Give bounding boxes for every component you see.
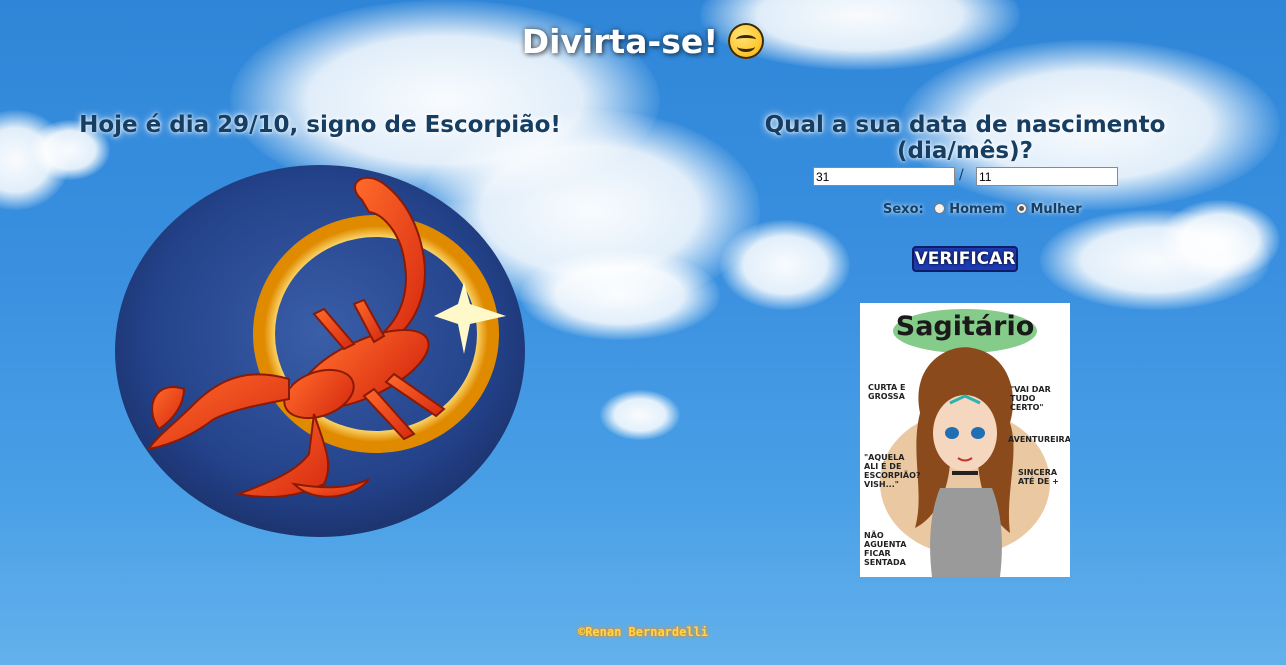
- note-text: Não aguenta ficar sentada: [864, 531, 907, 567]
- female-radio[interactable]: [1015, 203, 1027, 214]
- today-sign-heading: Hoje é dia 29/10, signo de Escorpião!: [79, 112, 561, 138]
- day-input[interactable]: [813, 167, 955, 186]
- page-title-text: Divirta-se!: [521, 22, 719, 61]
- verify-button[interactable]: VERIFICAR: [912, 246, 1018, 272]
- page-title: Divirta-se!: [0, 22, 1286, 61]
- sex-label: Sexo:: [883, 202, 924, 217]
- date-separator: /: [959, 167, 964, 183]
- note-text: Curta e grossa: [868, 383, 906, 401]
- result-image: Sagitário Curta e grossa "Vai dar tudo c…: [860, 303, 1070, 577]
- footer-credit: ©Renan Bernardelli: [577, 625, 709, 639]
- note-text: Aventureira: [1008, 435, 1070, 444]
- note-text: "Aquela ali é de escorpião? Vish...": [864, 453, 921, 489]
- sex-selector: Sexo: Homem Mulher: [883, 202, 1082, 217]
- male-label[interactable]: Homem: [949, 202, 1005, 217]
- birthdate-question: Qual a sua data de nascimento (dia/mês)?: [764, 112, 1166, 164]
- result-sign-title: Sagitário: [895, 311, 1035, 342]
- month-input[interactable]: [976, 167, 1118, 186]
- note-text: Sincera até de +: [1018, 468, 1059, 486]
- smiling-face-icon: [728, 23, 765, 59]
- male-radio[interactable]: [934, 203, 946, 214]
- scorpio-illustration: [114, 164, 526, 538]
- female-label[interactable]: Mulher: [1031, 202, 1082, 217]
- note-text: "Vai dar tudo certo": [1010, 385, 1051, 412]
